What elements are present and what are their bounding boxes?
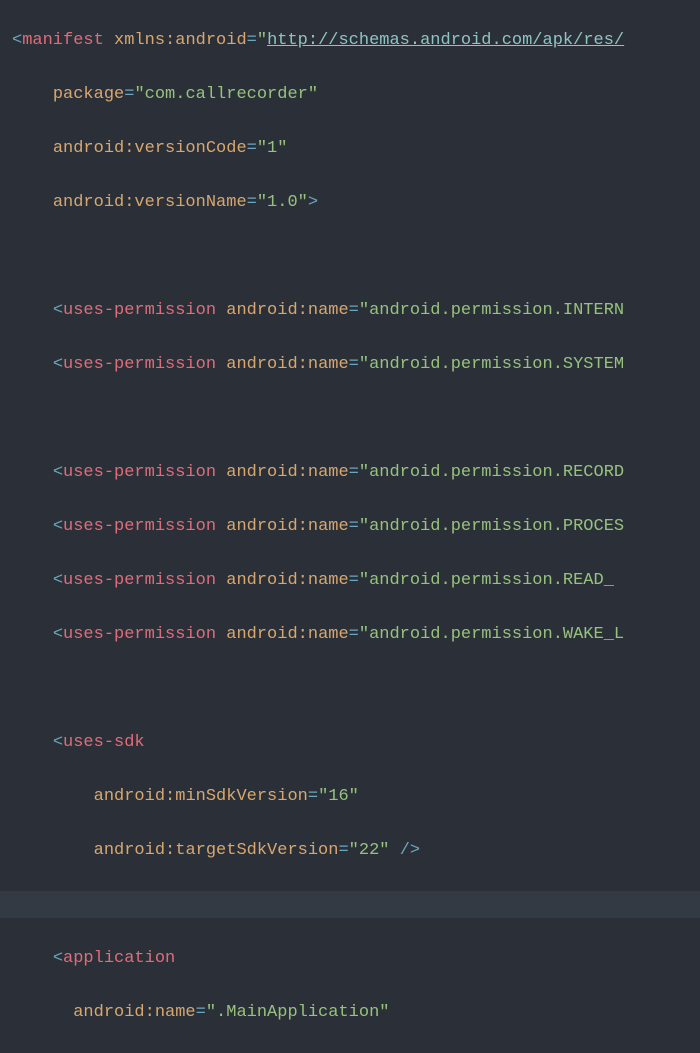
- attr-value: "android.permission.RECORD: [359, 463, 624, 482]
- angle-close: >: [308, 193, 318, 212]
- attr-value: "android.permission.SYSTEM: [359, 355, 624, 374]
- tag-name: uses-permission: [63, 301, 216, 320]
- code-line-3[interactable]: android:versionCode="1": [0, 135, 700, 162]
- angle-open: <: [53, 517, 63, 536]
- code-line-12[interactable]: <uses-permission android:name="android.p…: [0, 621, 700, 648]
- attr-name: android:name: [226, 355, 348, 374]
- attr-value: "com.callrecorder": [134, 85, 318, 104]
- code-line-7[interactable]: <uses-permission android:name="android.p…: [0, 351, 700, 378]
- tag-name: uses-sdk: [63, 733, 145, 752]
- attr-name: android:name: [73, 1003, 195, 1022]
- attr-name: package: [53, 85, 124, 104]
- attr-value: "android.permission.WAKE_L: [359, 625, 624, 644]
- code-line-blank[interactable]: [0, 243, 700, 270]
- tag-name: uses-permission: [63, 355, 216, 374]
- attr-value: ".MainApplication": [206, 1003, 390, 1022]
- code-line-cursor[interactable]: [0, 891, 700, 918]
- attr-name: android:name: [226, 625, 348, 644]
- code-line-6[interactable]: <uses-permission android:name="android.p…: [0, 297, 700, 324]
- code-line-9[interactable]: <uses-permission android:name="android.p…: [0, 459, 700, 486]
- angle-open: <: [12, 31, 22, 50]
- code-line-19[interactable]: android:name=".MainApplication": [0, 999, 700, 1026]
- code-line-15[interactable]: android:minSdkVersion="16": [0, 783, 700, 810]
- code-line-10[interactable]: <uses-permission android:name="android.p…: [0, 513, 700, 540]
- self-close: />: [400, 841, 420, 860]
- attr-name: android:name: [226, 463, 348, 482]
- attr-value: "16": [318, 787, 359, 806]
- attr-name: android:name: [226, 517, 348, 536]
- namespace-url[interactable]: http://schemas.android.com/apk/res/: [267, 31, 624, 50]
- attr-name: android:minSdkVersion: [94, 787, 308, 806]
- angle-open: <: [53, 733, 63, 752]
- code-line-16[interactable]: android:targetSdkVersion="22" />: [0, 837, 700, 864]
- code-editor[interactable]: <manifest xmlns:android="http://schemas.…: [0, 0, 700, 1053]
- angle-open: <: [53, 571, 63, 590]
- code-line-14[interactable]: <uses-sdk: [0, 729, 700, 756]
- code-line-11[interactable]: <uses-permission android:name="android.p…: [0, 567, 700, 594]
- code-line-2[interactable]: package="com.callrecorder": [0, 81, 700, 108]
- attr-name: xmlns:android: [114, 31, 247, 50]
- attr-value: "android.permission.INTERN: [359, 301, 624, 320]
- code-line-4[interactable]: android:versionName="1.0">: [0, 189, 700, 216]
- angle-open: <: [53, 301, 63, 320]
- tag-name: uses-permission: [63, 463, 216, 482]
- attr-name: android:targetSdkVersion: [94, 841, 339, 860]
- attr-value: "1.0": [257, 193, 308, 212]
- code-line-18[interactable]: <application: [0, 945, 700, 972]
- code-line-1[interactable]: <manifest xmlns:android="http://schemas.…: [0, 27, 700, 54]
- attr-value: "android.permission.READ_: [359, 571, 614, 590]
- tag-name: manifest: [22, 31, 104, 50]
- attr-value: "22": [349, 841, 390, 860]
- tag-name: application: [63, 949, 175, 968]
- tag-name: uses-permission: [63, 625, 216, 644]
- tag-name: uses-permission: [63, 517, 216, 536]
- angle-open: <: [53, 355, 63, 374]
- angle-open: <: [53, 463, 63, 482]
- attr-name: android:versionName: [53, 193, 247, 212]
- attr-name: android:name: [226, 571, 348, 590]
- angle-open: <: [53, 625, 63, 644]
- code-line-blank[interactable]: [0, 675, 700, 702]
- code-line-blank[interactable]: [0, 405, 700, 432]
- attr-value: "1": [257, 139, 288, 158]
- attr-value: "android.permission.PROCES: [359, 517, 624, 536]
- attr-name: android:versionCode: [53, 139, 247, 158]
- tag-name: uses-permission: [63, 571, 216, 590]
- attr-name: android:name: [226, 301, 348, 320]
- angle-open: <: [53, 949, 63, 968]
